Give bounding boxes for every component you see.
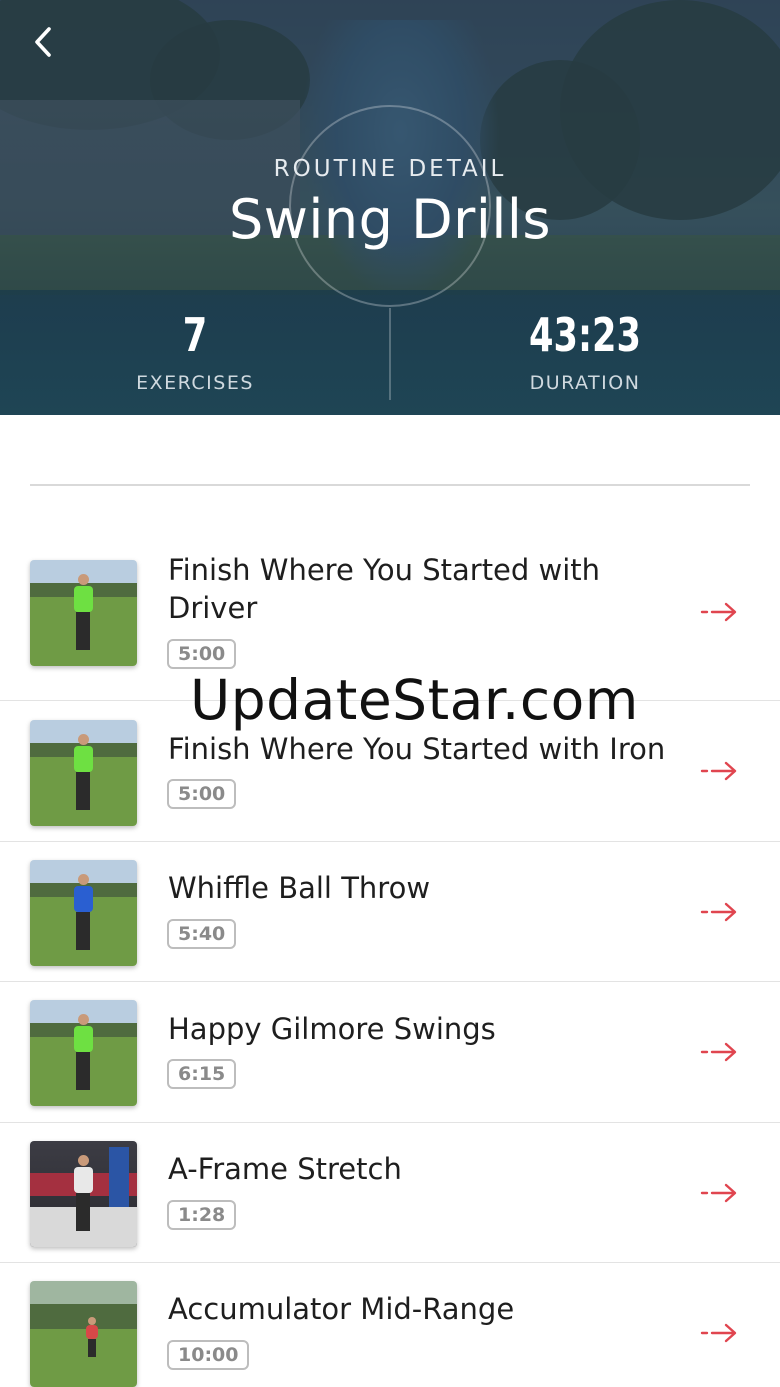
chevron-left-icon <box>35 27 51 57</box>
exercise-title: Whiffle Ball Throw <box>168 871 431 905</box>
exercise-title: Finish Where You Started with Iron <box>168 732 666 766</box>
exercise-thumbnail <box>30 1281 137 1387</box>
exercise-thumbnail <box>30 560 137 666</box>
routine-hero: ROUTINE DETAIL Swing Drills 7 EXERCISES … <box>0 0 780 415</box>
exercise-row[interactable]: Whiffle Ball Throw 5:40 <box>0 842 780 982</box>
exercise-thumbnail <box>30 720 137 826</box>
open-exercise-arrow-icon[interactable] <box>700 1318 740 1348</box>
exercise-thumbnail <box>30 860 137 966</box>
exercise-thumbnail <box>30 1000 137 1106</box>
page-eyebrow: ROUTINE DETAIL <box>273 156 507 182</box>
exercise-thumbnail <box>30 1141 137 1247</box>
page-title: Swing Drills <box>228 188 552 251</box>
exercise-title: Accumulator Mid-Range <box>168 1292 515 1326</box>
exercises-label: EXERCISES <box>136 372 254 394</box>
duration-stat: 43:23 DURATION <box>390 300 780 394</box>
open-exercise-arrow-icon[interactable] <box>700 1037 740 1067</box>
watermark-text: UpdateStar.com <box>190 668 639 732</box>
exercise-row[interactable]: Accumulator Mid-Range 10:00 <box>0 1263 780 1387</box>
exercise-title: Happy Gilmore Swings <box>168 1012 496 1046</box>
duration-badge: 5:00 <box>167 779 237 809</box>
exercise-title: Finish Where You Started with Driver <box>168 553 601 625</box>
exercise-row[interactable]: A-Frame Stretch 1:28 <box>0 1123 780 1263</box>
open-exercise-arrow-icon[interactable] <box>700 897 740 927</box>
duration-badge: 5:40 <box>167 919 237 949</box>
exercise-title: A-Frame Stretch <box>168 1152 402 1186</box>
routine-stats: 7 EXERCISES 43:23 DURATION <box>0 300 780 415</box>
exercises-count: 7 <box>182 308 208 362</box>
open-exercise-arrow-icon[interactable] <box>700 597 740 627</box>
duration-label: DURATION <box>529 372 641 394</box>
duration-badge: 6:15 <box>167 1059 237 1089</box>
exercise-row[interactable]: Happy Gilmore Swings 6:15 <box>0 982 780 1123</box>
open-exercise-arrow-icon[interactable] <box>700 1178 740 1208</box>
back-button[interactable] <box>22 20 66 64</box>
duration-badge: 10:00 <box>167 1340 250 1370</box>
exercises-stat: 7 EXERCISES <box>0 300 390 394</box>
duration-value: 43:23 <box>529 308 641 362</box>
duration-badge: 5:00 <box>167 639 237 669</box>
open-exercise-arrow-icon[interactable] <box>700 756 740 786</box>
section-divider <box>30 484 750 486</box>
duration-badge: 1:28 <box>167 1200 237 1230</box>
